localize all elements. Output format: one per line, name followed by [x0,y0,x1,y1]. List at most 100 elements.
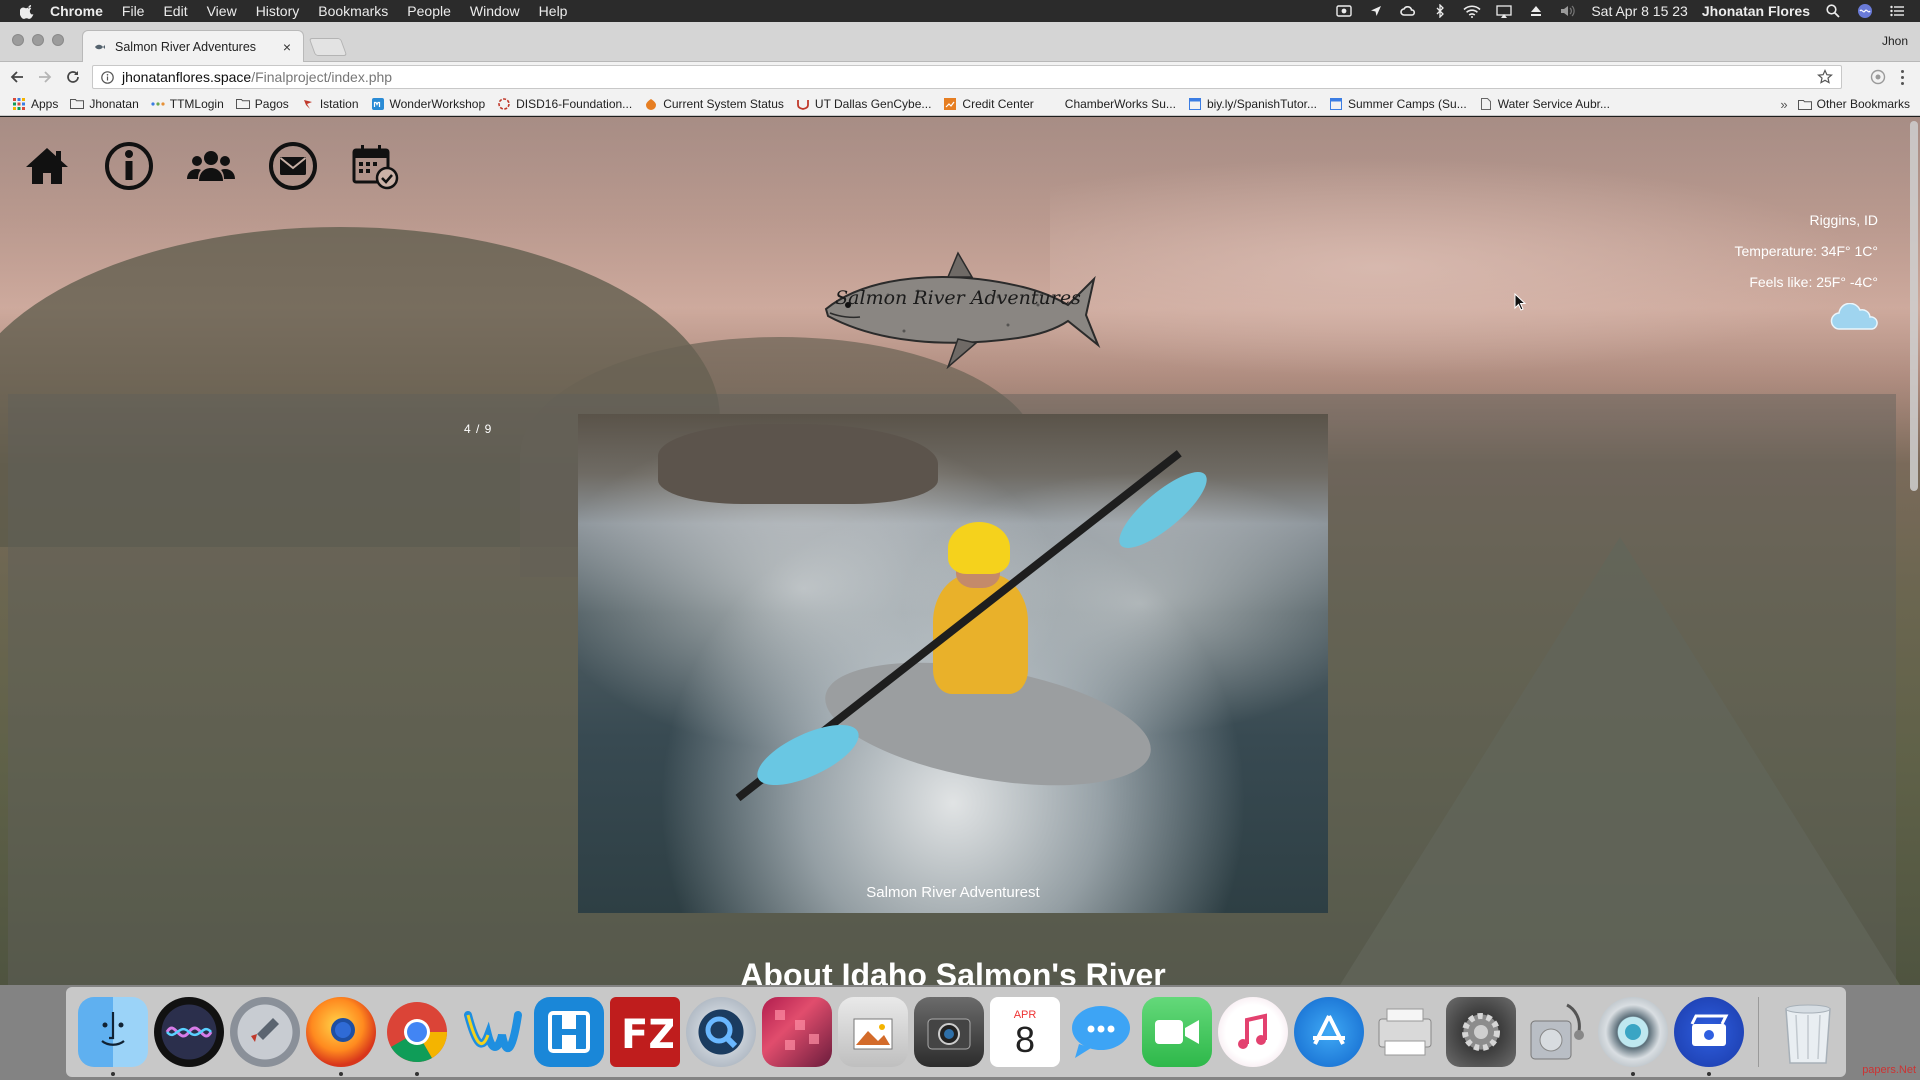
bookmark-ttmlogin[interactable]: TTMLogin [151,97,224,111]
menu-help[interactable]: Help [539,3,568,19]
volume-icon[interactable] [1559,4,1577,18]
about-section-heading: About Idaho Salmon's River [740,957,1166,985]
menubar-datetime[interactable]: Sat Apr 8 15 23 [1591,3,1688,19]
creative-cloud-icon[interactable] [1399,4,1417,18]
remote-app-icon[interactable] [534,997,604,1067]
bluetooth-icon[interactable] [1431,4,1449,18]
address-bar[interactable]: jhonatanflores.space/Finalproject/index.… [92,65,1842,89]
group-icon[interactable] [186,141,236,191]
reload-icon[interactable] [62,66,84,88]
bookmark-disd16[interactable]: DISD16-Foundation... [497,97,632,111]
credit-icon [943,97,957,110]
bookmark-current-system-status[interactable]: Current System Status [644,97,784,111]
eject-icon[interactable] [1527,4,1545,18]
photo-booth-icon[interactable] [1598,997,1668,1076]
bookmark-spanishtutor[interactable]: biy.ly/SpanishTutor... [1188,97,1317,111]
printer-icon[interactable] [1370,997,1440,1067]
messages-icon[interactable] [1066,997,1136,1067]
forward-arrow-icon[interactable] [34,66,56,88]
disd-icon [497,97,511,110]
status-icon [644,97,658,110]
bookmarks-overflow-chevron[interactable]: » [1780,97,1787,112]
bookmark-label: ChamberWorks Su... [1064,96,1176,111]
wonder-app-icon[interactable] [458,997,528,1067]
slide-image-kayaker[interactable] [578,414,1328,913]
firefox-icon[interactable] [306,997,376,1076]
screencast-icon[interactable] [1674,997,1744,1076]
facetime-icon[interactable] [1142,997,1212,1067]
itunes-icon[interactable] [1218,997,1288,1067]
minimize-window-button[interactable] [32,34,44,46]
menu-window[interactable]: Window [470,3,520,19]
bookmark-label: Jhonatan [89,96,139,111]
disk-utility-icon[interactable] [1522,997,1592,1067]
menu-history[interactable]: History [256,3,300,19]
quicktime-icon[interactable] [686,997,756,1067]
site-info-icon[interactable] [98,68,116,86]
pixel-app-icon[interactable] [762,997,832,1067]
bookmark-summer-camps[interactable]: Summer Camps (Su... [1329,97,1467,111]
close-window-button[interactable] [12,34,24,46]
filezilla-icon[interactable]: FZ [610,997,680,1067]
chrome-icon[interactable] [382,997,452,1076]
preview-icon[interactable] [838,997,908,1067]
extension-icon[interactable] [1870,69,1886,85]
calendar-icon[interactable]: APR 8 [990,997,1060,1067]
app-store-icon[interactable] [1294,997,1364,1067]
browser-tab-active[interactable]: Salmon River Adventures × [82,30,304,62]
bookmark-ut-dallas[interactable]: UT Dallas GenCybe... [796,97,931,111]
new-tab-button[interactable] [308,38,348,56]
trash-icon[interactable] [1773,997,1843,1067]
siri-menubar-icon[interactable] [1856,4,1874,18]
screen-record-icon[interactable] [1335,4,1353,18]
menu-view[interactable]: View [207,3,237,19]
cloud-icon [1830,303,1878,330]
bookmark-wonderworkshop[interactable]: WonderWorkshop [371,97,485,111]
window-controls [12,34,64,46]
bookmark-pagos[interactable]: Pagos [235,96,289,111]
finder-icon[interactable] [78,997,148,1076]
siri-icon[interactable] [154,997,224,1067]
url-path-text: /Finalproject/index.php [251,69,393,85]
wifi-icon[interactable] [1463,4,1481,18]
macos-dock: FZ APR 8 papers.Net [0,985,1920,1080]
bookmark-apps[interactable]: Apps [12,97,58,111]
notification-center-icon[interactable] [1888,4,1906,18]
back-arrow-icon[interactable] [6,66,28,88]
bookmark-istation[interactable]: Istation [301,97,359,111]
menu-edit[interactable]: Edit [163,3,187,19]
image-capture-icon[interactable] [914,997,984,1067]
bookmark-other-bookmarks[interactable]: Other Bookmarks [1797,97,1910,111]
dots-icon [151,97,165,110]
bookmark-chamberworks[interactable]: ChamberWorks Su... [1046,97,1176,111]
launchpad-icon[interactable] [230,997,300,1067]
spotlight-search-icon[interactable] [1824,4,1842,18]
menu-bookmarks[interactable]: Bookmarks [318,3,388,19]
bookmark-jhonatan[interactable]: Jhonatan [70,96,139,111]
menubar-user-name[interactable]: Jhonatan Flores [1702,3,1810,19]
apple-logo-icon[interactable] [20,3,36,19]
wonder-icon [371,97,385,110]
menu-app-chrome[interactable]: Chrome [50,3,103,19]
tab-close-icon[interactable]: × [279,39,295,55]
bookmark-label: Pagos [254,96,289,111]
bookmark-label: Water Service Aubr... [1497,96,1610,111]
profile-name-button[interactable]: Jhon [1882,34,1908,48]
bookmark-credit-center[interactable]: Credit Center [943,97,1034,111]
menu-people[interactable]: People [407,3,451,19]
mail-icon[interactable] [268,141,318,191]
bookmark-star-icon[interactable] [1817,69,1833,85]
airplay-icon[interactable] [1495,4,1513,18]
menu-file[interactable]: File [122,3,145,19]
weather-location: Riggins, ID [1809,212,1878,228]
bookmark-water-service[interactable]: Water Service Aubr... [1479,97,1610,111]
system-preferences-icon[interactable] [1446,997,1516,1067]
chrome-menu-icon[interactable] [1894,68,1910,86]
location-arrow-icon[interactable] [1367,4,1385,18]
zoom-window-button[interactable] [52,34,64,46]
calendar-check-icon[interactable] [350,141,400,191]
home-icon[interactable] [22,141,72,191]
page-scrollbar-thumb[interactable] [1910,121,1918,491]
folder-icon [1797,98,1812,111]
info-icon[interactable] [104,141,154,191]
